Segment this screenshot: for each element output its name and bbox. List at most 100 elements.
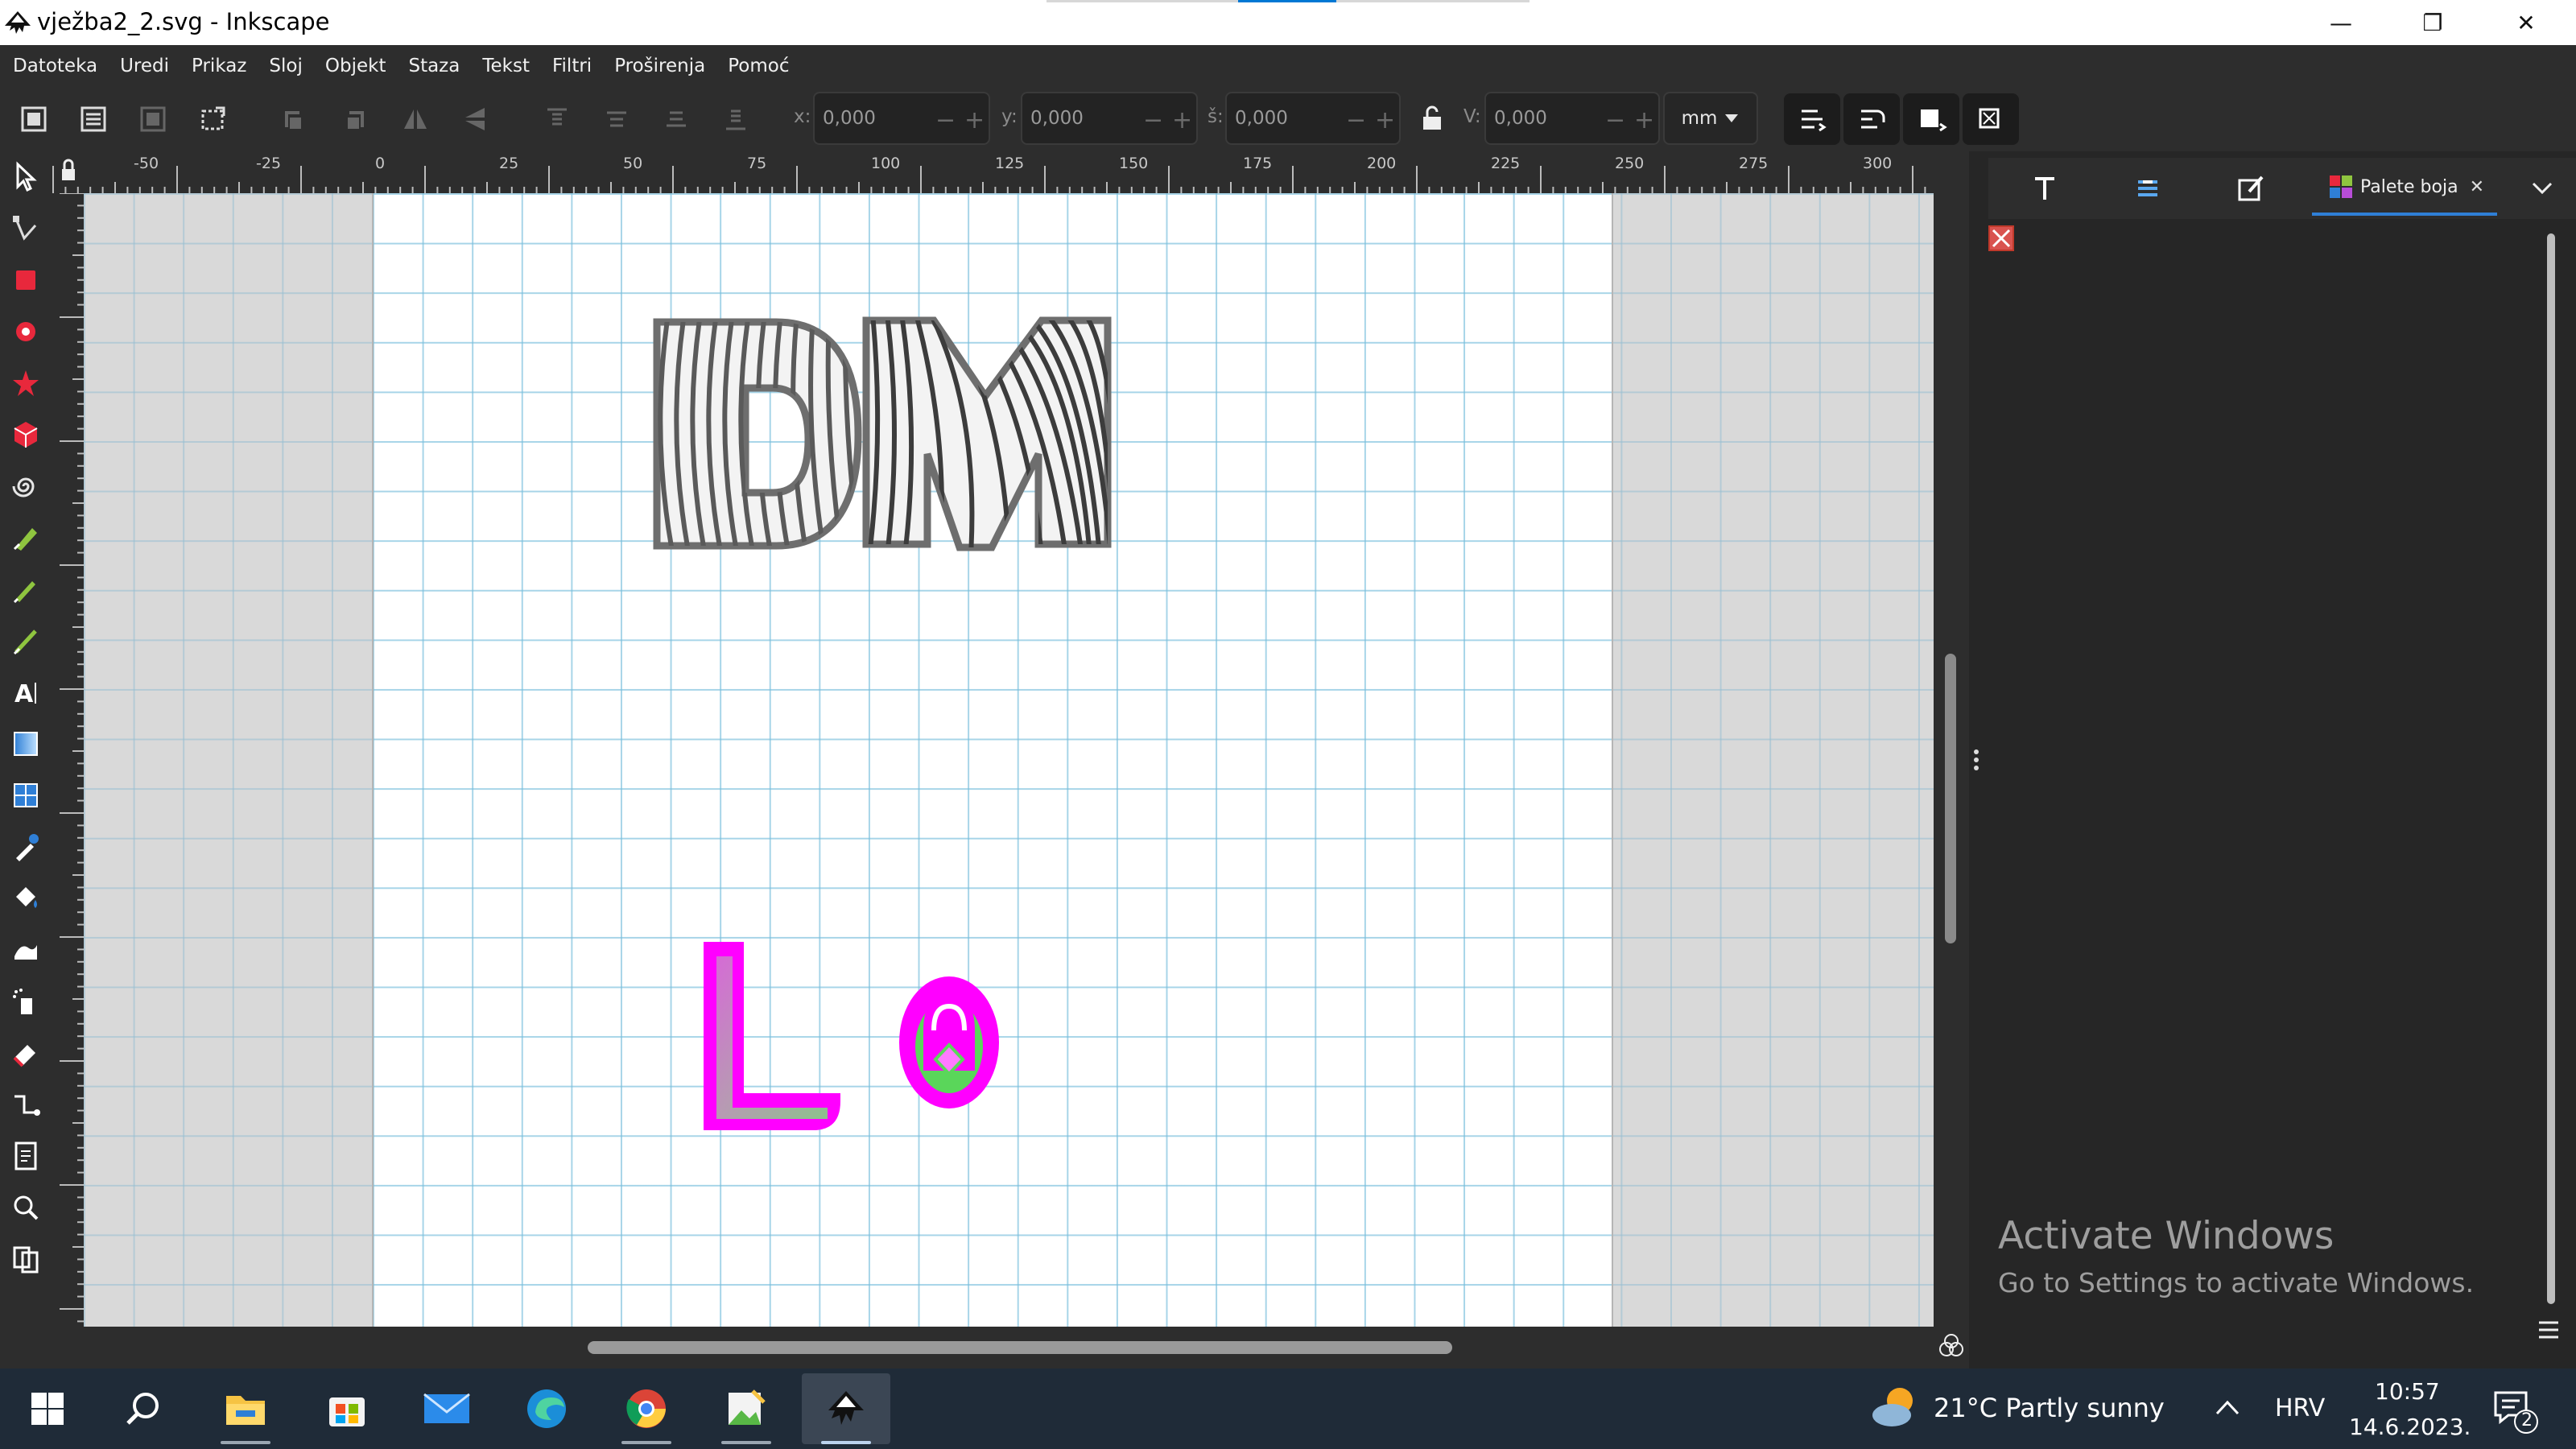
flip-vertical-icon[interactable] bbox=[459, 103, 491, 135]
taskbar-file-explorer[interactable] bbox=[201, 1373, 290, 1444]
raise-icon[interactable] bbox=[601, 103, 633, 135]
connector-tool-icon[interactable] bbox=[8, 1087, 43, 1122]
lock-icon[interactable] bbox=[1418, 105, 1446, 132]
dock-menu-button[interactable] bbox=[2516, 166, 2568, 211]
width-field[interactable]: 0,000 − + bbox=[1225, 92, 1401, 145]
select-all-layers-icon[interactable] bbox=[77, 103, 109, 135]
height-increment[interactable]: + bbox=[1634, 106, 1654, 134]
dock-tab-layers[interactable] bbox=[2124, 166, 2172, 211]
x-decrement[interactable]: − bbox=[935, 106, 956, 134]
paint-bucket-tool-icon[interactable] bbox=[8, 881, 43, 916]
height-field[interactable]: 0,000 − + bbox=[1484, 92, 1660, 145]
taskbar-inkscape[interactable] bbox=[802, 1373, 890, 1444]
letter-a[interactable] bbox=[899, 976, 999, 1108]
spiral-tool-icon[interactable] bbox=[8, 469, 43, 504]
snap-transform-corners-button[interactable] bbox=[1843, 93, 1900, 145]
taskbar-chrome[interactable] bbox=[602, 1373, 691, 1444]
selector-tool-icon[interactable] bbox=[8, 159, 43, 195]
pages-tool-icon[interactable] bbox=[8, 1138, 43, 1174]
palette-tab-close[interactable]: ✕ bbox=[2470, 177, 2484, 197]
start-button[interactable] bbox=[3, 1373, 92, 1444]
menu-tekst[interactable]: Tekst bbox=[482, 56, 530, 76]
ruler-lock-icon[interactable] bbox=[52, 151, 84, 193]
taskbar-photo-app[interactable] bbox=[702, 1373, 791, 1444]
flip-horizontal-icon[interactable] bbox=[399, 103, 431, 135]
x-field[interactable]: 0,000 − + bbox=[813, 92, 990, 145]
y-decrement[interactable]: − bbox=[1143, 106, 1163, 134]
menu-pomoc[interactable]: Pomoć bbox=[728, 56, 789, 76]
menu-objekt[interactable]: Objekt bbox=[325, 56, 386, 76]
restore-button[interactable]: ❐ bbox=[2396, 0, 2470, 45]
search-button[interactable] bbox=[100, 1373, 188, 1444]
menu-sloj[interactable]: Sloj bbox=[269, 56, 302, 76]
taskbar-mail[interactable] bbox=[402, 1373, 491, 1444]
width-decrement[interactable]: − bbox=[1346, 106, 1366, 134]
menu-prosirenja[interactable]: Proširenja bbox=[614, 56, 705, 76]
unit-select[interactable]: mm bbox=[1663, 92, 1758, 145]
tray-chevron-up-icon[interactable] bbox=[2214, 1396, 2241, 1420]
dock-tab-palette[interactable]: Palete boja ✕ bbox=[2312, 161, 2497, 216]
rotate-ccw-icon[interactable] bbox=[279, 103, 311, 135]
dock-tab-fill-stroke[interactable] bbox=[2227, 166, 2275, 211]
calligraphy-tool-icon[interactable] bbox=[8, 623, 43, 658]
weather-text[interactable]: 21°C Partly sunny bbox=[1934, 1393, 2165, 1423]
canvas[interactable] bbox=[84, 193, 1934, 1327]
raise-to-top-icon[interactable] bbox=[541, 103, 573, 135]
height-decrement[interactable]: − bbox=[1605, 106, 1625, 134]
ellipse-tool-icon[interactable] bbox=[8, 314, 43, 349]
vertical-scroll-thumb[interactable] bbox=[1945, 654, 1956, 943]
palette-menu-icon[interactable] bbox=[2534, 1315, 2563, 1344]
menu-filtri[interactable]: Filtri bbox=[552, 56, 592, 76]
menu-staza[interactable]: Staza bbox=[408, 56, 460, 76]
3d-box-tool-icon[interactable] bbox=[8, 417, 43, 452]
menu-datoteka[interactable]: Datoteka bbox=[13, 56, 97, 76]
dropper-tool-icon[interactable] bbox=[8, 829, 43, 865]
no-paint-swatch[interactable] bbox=[1988, 225, 2014, 251]
width-increment[interactable]: + bbox=[1375, 106, 1395, 134]
letter-m[interactable] bbox=[862, 314, 1117, 555]
letter-l[interactable] bbox=[704, 942, 840, 1130]
clock-date[interactable]: 14.6.2023. bbox=[2349, 1414, 2471, 1440]
palette-scrollbar[interactable] bbox=[2547, 233, 2555, 1304]
menu-prikaz[interactable]: Prikaz bbox=[192, 56, 246, 76]
color-management-icon[interactable] bbox=[1937, 1331, 1966, 1360]
node-tool-icon[interactable] bbox=[8, 211, 43, 246]
eraser-tool-icon[interactable] bbox=[8, 1035, 43, 1071]
menu-uredi[interactable]: Uredi bbox=[120, 56, 169, 76]
text-tool-icon[interactable]: A bbox=[8, 675, 43, 710]
rectangle-tool-icon[interactable] bbox=[8, 262, 43, 298]
lower-icon[interactable] bbox=[660, 103, 692, 135]
taskbar-store[interactable] bbox=[303, 1373, 391, 1444]
letter-d[interactable] bbox=[653, 314, 862, 555]
weather-icon[interactable] bbox=[1868, 1381, 1924, 1433]
y-field[interactable]: 0,000 − + bbox=[1021, 92, 1198, 145]
bounding-box-icon[interactable] bbox=[196, 103, 229, 135]
measure-tool-icon[interactable] bbox=[8, 1241, 43, 1277]
taskbar-edge[interactable] bbox=[502, 1373, 591, 1444]
x-increment[interactable]: + bbox=[964, 106, 985, 134]
snap-transform-stroke-button[interactable] bbox=[1784, 93, 1840, 145]
dock-resize-handle[interactable] bbox=[1969, 151, 1984, 1368]
snap-transform-pattern-button[interactable] bbox=[1963, 93, 2019, 145]
gradient-tool-icon[interactable] bbox=[8, 726, 43, 762]
select-all-icon[interactable] bbox=[18, 103, 50, 135]
horizontal-scroll-thumb[interactable] bbox=[588, 1341, 1452, 1354]
minimize-button[interactable]: — bbox=[2304, 0, 2378, 45]
spray-tool-icon[interactable] bbox=[8, 984, 43, 1019]
y-increment[interactable]: + bbox=[1172, 106, 1192, 134]
dock-tab-text[interactable] bbox=[2021, 166, 2069, 211]
pen-tool-icon[interactable] bbox=[8, 520, 43, 555]
rotate-cw-icon[interactable] bbox=[338, 103, 370, 135]
zoom-tool-icon[interactable] bbox=[8, 1190, 43, 1225]
notification-button[interactable]: 2 bbox=[2491, 1386, 2539, 1435]
deselect-icon[interactable] bbox=[137, 103, 169, 135]
star-tool-icon[interactable] bbox=[8, 365, 43, 401]
mesh-tool-icon[interactable] bbox=[8, 778, 43, 813]
snap-transform-gradient-button[interactable] bbox=[1903, 93, 1959, 145]
language-indicator[interactable]: HRV bbox=[2275, 1394, 2325, 1422]
close-button[interactable]: ✕ bbox=[2489, 0, 2563, 45]
tweak-tool-icon[interactable] bbox=[8, 932, 43, 968]
lower-to-bottom-icon[interactable] bbox=[720, 103, 752, 135]
clock-time[interactable]: 10:57 bbox=[2375, 1378, 2440, 1405]
pencil-tool-icon[interactable] bbox=[8, 572, 43, 607]
